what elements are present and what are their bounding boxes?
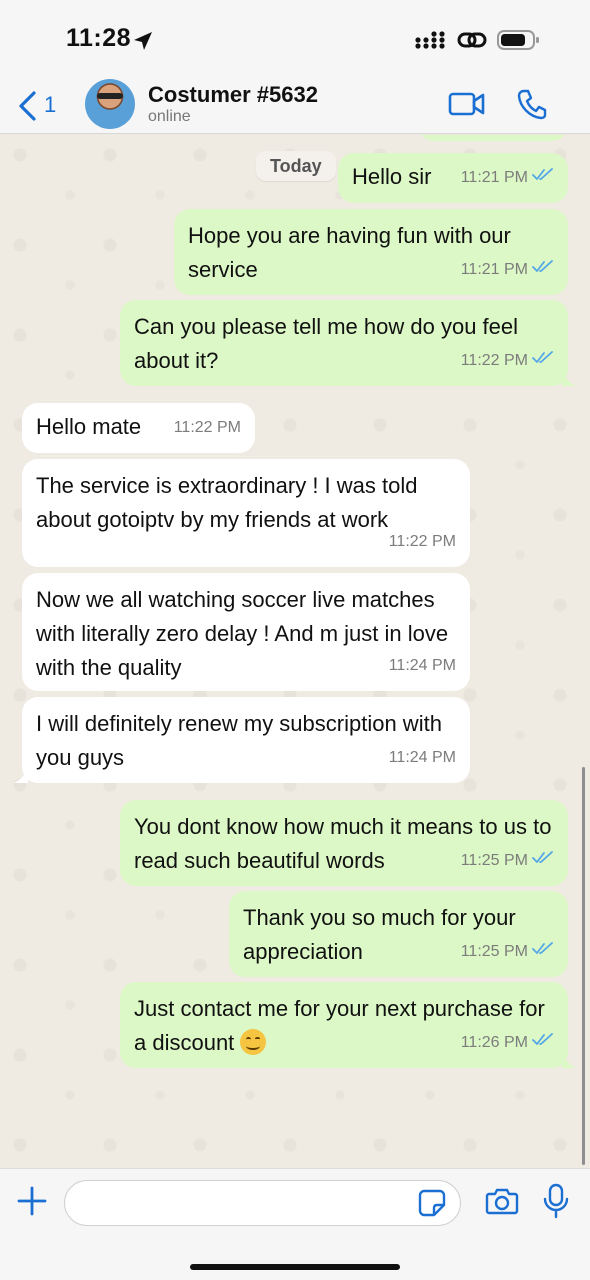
message-bubble-incoming[interactable]: Now we all watching soccer live matches …: [22, 573, 470, 691]
message-bubble-outgoing[interactable]: Just contact me for your next purchase f…: [120, 982, 576, 1068]
microphone-icon: [543, 1183, 569, 1219]
message-bubble-incoming[interactable]: The service is extraordinary ! I was tol…: [22, 459, 470, 567]
sticker-button[interactable]: [418, 1189, 446, 1222]
message-time: 11:22 PM: [388, 533, 456, 550]
double-check-icon: [532, 844, 554, 878]
microphone-button[interactable]: [542, 1183, 570, 1224]
bubble-tail: [562, 370, 576, 386]
link-icon: [457, 28, 487, 57]
message-time: 11:26 PM: [460, 1034, 528, 1051]
avatar[interactable]: [85, 79, 135, 129]
sticker-icon: [418, 1189, 446, 1217]
contact-name[interactable]: Costumer #5632: [148, 82, 318, 108]
chat-header: 1 Costumer #5632 online: [0, 78, 590, 134]
chat-area[interactable]: Today Hello sir 11:21 PM Hope you are ha…: [0, 135, 590, 1168]
camera-icon: [485, 1188, 519, 1215]
attach-button[interactable]: [16, 1185, 48, 1222]
message-time: 11:25 PM: [460, 852, 528, 869]
input-bar: [0, 1168, 590, 1280]
date-chip: Today: [256, 151, 336, 181]
battery-icon: [497, 29, 541, 56]
message-time: 11:22 PM: [173, 419, 241, 436]
plus-icon: [17, 1186, 47, 1216]
message-input[interactable]: [64, 1180, 461, 1226]
message-bubble-outgoing[interactable]: Hello sir 11:21 PM: [338, 153, 568, 203]
scrollbar[interactable]: [582, 767, 585, 1165]
avatar-glasses: [97, 93, 123, 99]
partial-message-bubble: [418, 135, 568, 141]
voice-call-button[interactable]: [517, 88, 547, 125]
bubble-tail: [562, 1052, 576, 1068]
double-check-icon: [532, 161, 554, 195]
unread-count: 1: [44, 92, 57, 117]
home-indicator: [190, 1264, 400, 1270]
double-check-icon: [532, 935, 554, 969]
video-call-button[interactable]: [448, 90, 486, 123]
status-bar: 11:28: [0, 0, 590, 78]
double-check-icon: [532, 1026, 554, 1060]
camera-button[interactable]: [485, 1186, 519, 1221]
location-arrow-icon: [132, 30, 154, 57]
message-bubble-incoming[interactable]: Hello mate 11:22 PM: [22, 403, 255, 453]
smiling-face-emoji: [240, 1029, 267, 1055]
double-check-icon: [532, 344, 554, 378]
message-bubble-outgoing[interactable]: You dont know how much it means to us to…: [120, 800, 568, 886]
message-bubble-incoming[interactable]: I will definitely renew my subscription …: [14, 697, 470, 783]
message-time: 11:24 PM: [388, 657, 456, 674]
video-camera-icon: [448, 92, 485, 116]
double-check-icon: [532, 253, 554, 287]
message-bubble-outgoing[interactable]: Can you please tell me how do you feel a…: [120, 300, 576, 386]
back-button[interactable]: 1: [16, 88, 66, 124]
message-bubble-outgoing[interactable]: Hope you are having fun with our service…: [174, 209, 568, 295]
phone-icon: [517, 89, 547, 120]
message-time: 11:21 PM: [460, 261, 528, 278]
bubble-tail: [14, 767, 28, 783]
contact-status: online: [148, 108, 191, 125]
signal-icon: [415, 30, 447, 55]
status-time: 11:28: [66, 24, 132, 52]
chevron-left-icon: [16, 90, 38, 127]
message-bubble-outgoing[interactable]: Thank you so much for your appreciation …: [229, 891, 568, 977]
message-time: 11:24 PM: [388, 749, 456, 766]
message-time: 11:22 PM: [460, 352, 528, 369]
message-time: 11:25 PM: [460, 943, 528, 960]
message-time: 11:21 PM: [460, 169, 528, 186]
